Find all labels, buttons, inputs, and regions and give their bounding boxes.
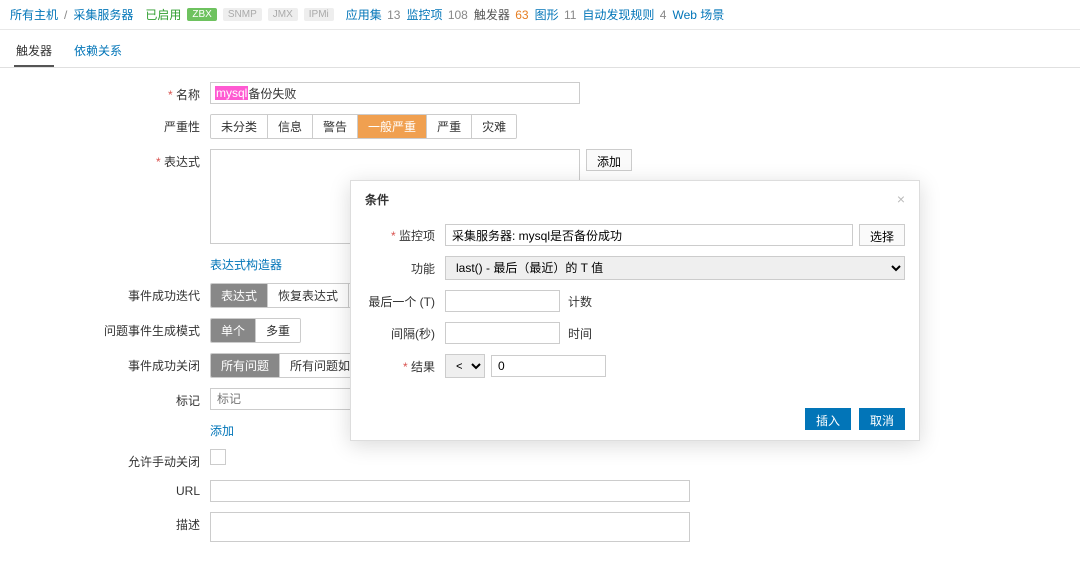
sev-high[interactable]: 严重: [427, 115, 472, 138]
function-select[interactable]: last() - 最后（最近）的 T 值: [445, 256, 905, 280]
close-icon[interactable]: ×: [897, 191, 905, 208]
link-graphs[interactable]: 图形: [535, 8, 559, 22]
status-enabled: 已启用: [145, 6, 181, 23]
gen-group: 单个 多重: [210, 318, 301, 343]
link-web[interactable]: Web 场景: [672, 6, 724, 23]
tab-dependencies[interactable]: 依赖关系: [72, 36, 124, 67]
tag-snmp: SNMP: [223, 8, 262, 21]
label-interval: 间隔(秒): [365, 325, 445, 342]
label-time: 时间: [568, 325, 592, 342]
sev-average[interactable]: 一般严重: [358, 115, 427, 138]
tabs: 触发器 依赖关系: [0, 30, 1080, 68]
expression-builder-link[interactable]: 表达式构造器: [210, 256, 282, 273]
graphs-count: 11: [564, 8, 576, 22]
name-highlight: mysql: [215, 86, 248, 100]
label-url: URL: [10, 480, 210, 498]
last-input[interactable]: [445, 290, 560, 312]
sev-warning[interactable]: 警告: [313, 115, 358, 138]
add-expression-button[interactable]: 添加: [586, 149, 632, 171]
link-triggers[interactable]: 触发器: [474, 8, 510, 22]
manual-close-checkbox[interactable]: [210, 449, 226, 465]
iter-recovery[interactable]: 恢复表达式: [268, 284, 349, 307]
name-input[interactable]: mysql备份失败: [210, 82, 580, 104]
label-name: 名称: [10, 82, 210, 103]
label-severity: 严重性: [10, 114, 210, 135]
label-item: 监控项: [365, 227, 445, 244]
tag-ipmi: IPMi: [304, 8, 334, 21]
modal-title: 条件: [365, 191, 389, 208]
label-function: 功能: [365, 260, 445, 277]
label-event-iteration: 事件成功迭代: [10, 283, 210, 304]
breadcrumb-bar: 所有主机 / 采集服务器 已启用 ZBX SNMP JMX IPMi 应用集 1…: [0, 0, 1080, 30]
gen-multiple[interactable]: 多重: [256, 319, 300, 342]
description-input[interactable]: [210, 512, 690, 542]
label-last: 最后一个 (T): [365, 293, 445, 310]
tab-trigger[interactable]: 触发器: [14, 36, 54, 67]
gen-single[interactable]: 单个: [211, 319, 256, 342]
label-description: 描述: [10, 512, 210, 533]
select-button[interactable]: 选择: [859, 224, 905, 246]
item-input[interactable]: [445, 224, 853, 246]
tag-zbx[interactable]: ZBX: [187, 8, 216, 21]
apps-count: 13: [387, 8, 400, 22]
label-result: 结果: [365, 358, 445, 375]
sev-unclassified[interactable]: 未分类: [211, 115, 268, 138]
discovery-count: 4: [660, 8, 667, 22]
interval-input[interactable]: [445, 322, 560, 344]
tag-add-link[interactable]: 添加: [210, 422, 234, 439]
label-event-close: 事件成功关闭: [10, 353, 210, 374]
items-count: 108: [448, 8, 468, 22]
label-expression: 表达式: [10, 149, 210, 170]
separator: /: [64, 8, 67, 22]
severity-group: 未分类 信息 警告 一般严重 严重 灾难: [210, 114, 517, 139]
label-count: 计数: [568, 293, 592, 310]
label-gen-mode: 问题事件生成模式: [10, 318, 210, 339]
cancel-button[interactable]: 取消: [859, 408, 905, 430]
condition-modal: 条件 × 监控项 选择 功能 last() - 最后（最近）的 T 值 最后一个…: [350, 180, 920, 441]
result-input[interactable]: [491, 355, 606, 377]
link-discovery[interactable]: 自动发现规则: [582, 8, 654, 22]
close-all[interactable]: 所有问题: [211, 354, 280, 377]
insert-button[interactable]: 插入: [805, 408, 851, 430]
label-tags: 标记: [10, 388, 210, 409]
link-items[interactable]: 监控项: [406, 8, 442, 22]
url-input[interactable]: [210, 480, 690, 502]
iter-expression[interactable]: 表达式: [211, 284, 268, 307]
sev-info[interactable]: 信息: [268, 115, 313, 138]
link-all-hosts[interactable]: 所有主机: [10, 6, 58, 23]
sev-disaster[interactable]: 灾难: [472, 115, 516, 138]
link-host[interactable]: 采集服务器: [73, 6, 133, 23]
name-rest: 备份失败: [248, 85, 296, 102]
operator-select[interactable]: <>: [445, 354, 485, 378]
triggers-count: 63: [515, 8, 528, 22]
label-manual-close: 允许手动关闭: [10, 449, 210, 470]
tag-jmx: JMX: [268, 8, 298, 21]
link-apps[interactable]: 应用集: [346, 8, 382, 22]
